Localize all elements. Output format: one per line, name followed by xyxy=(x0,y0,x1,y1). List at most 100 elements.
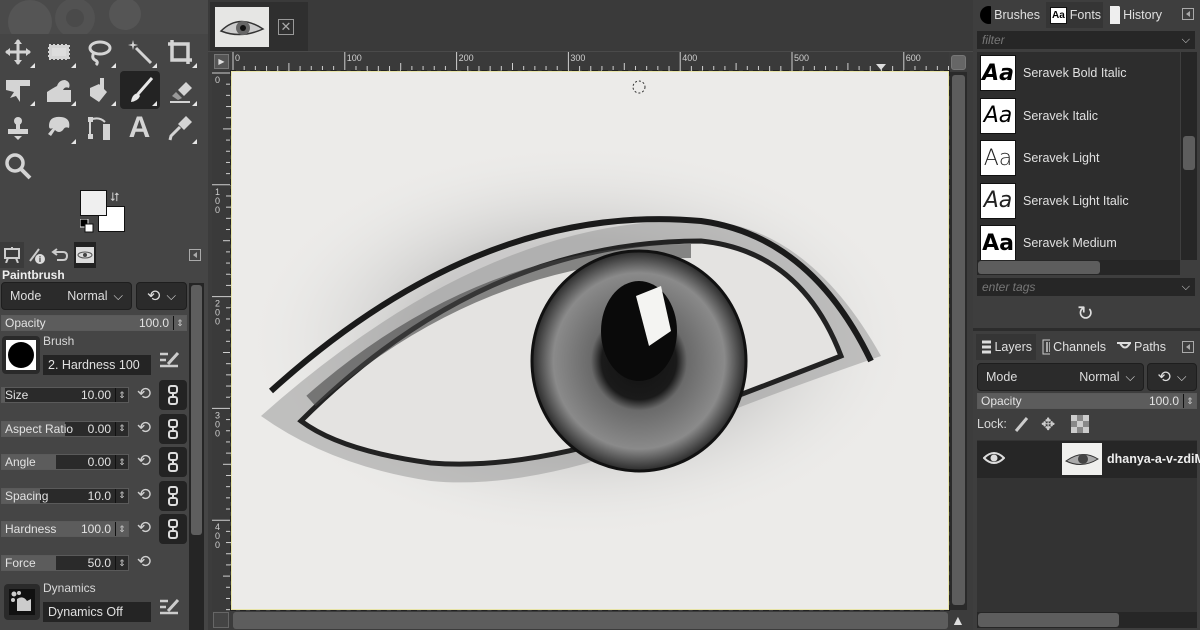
reset-aspect-ratio-icon[interactable]: ⟲ xyxy=(134,418,154,438)
font-list-item[interactable]: Aa Seravek Light Italic xyxy=(980,181,1129,221)
canvas-horizontal-scrollbar[interactable] xyxy=(233,612,948,629)
font-list-item[interactable]: Aa Seravek Bold Italic xyxy=(980,53,1127,93)
layer-mode-select[interactable]: Mode Normal ⌵ xyxy=(977,363,1144,391)
font-list-item[interactable]: Aa Seravek Medium xyxy=(980,223,1117,260)
tab-channels[interactable]: Channels xyxy=(1038,334,1110,360)
dynamics-button[interactable] xyxy=(4,584,40,620)
free-select-tool[interactable] xyxy=(79,33,119,71)
spin-arrows-icon[interactable]: ⇕ xyxy=(115,522,128,537)
zoom-tool[interactable] xyxy=(0,147,38,185)
spin-arrows-icon[interactable]: ⇕ xyxy=(115,421,128,436)
default-colors-icon[interactable] xyxy=(80,219,94,233)
dynamics-name-field[interactable]: Dynamics Off xyxy=(43,602,151,622)
lock-position-icon[interactable]: ✥ xyxy=(1041,415,1055,435)
smudge-tool[interactable] xyxy=(39,109,79,147)
ruler-menu-button[interactable]: ▶ xyxy=(214,54,229,69)
chevron-down-icon[interactable]: ⌵ xyxy=(1182,281,1190,294)
close-image-tab-icon[interactable]: ✕ xyxy=(278,19,294,35)
opacity-slider[interactable]: Opacity 100.0 ⇕ xyxy=(1,315,187,331)
brush-preview-button[interactable] xyxy=(2,336,40,374)
spin-arrows-icon[interactable]: ⇕ xyxy=(115,388,128,402)
visibility-eye-icon[interactable] xyxy=(983,451,1005,465)
font-list-scrollbar[interactable] xyxy=(1181,52,1197,260)
mode-select[interactable]: Mode Normal ⌵ xyxy=(1,282,132,310)
brush-name-field[interactable]: 2. Hardness 100 xyxy=(43,355,151,375)
link-to-brush-default-button[interactable] xyxy=(159,380,187,410)
tool-group-indicator xyxy=(70,101,76,106)
fonts-panel-menu-icon[interactable] xyxy=(1182,8,1194,23)
slider-aspect-ratio[interactable]: Aspect Ratio 0.00 ⇕ xyxy=(1,420,129,437)
image-tab[interactable]: ✕ xyxy=(210,2,308,51)
font-list-item[interactable]: Aa Seravek Light xyxy=(980,138,1099,178)
mode-reset-select[interactable]: ⟲ ⌵ xyxy=(136,282,187,310)
reset-angle-icon[interactable]: ⟲ xyxy=(134,451,154,471)
edit-dynamics-icon[interactable] xyxy=(158,596,182,621)
fuzzy-select-tool[interactable] xyxy=(120,33,160,71)
tab-paths[interactable]: Paths xyxy=(1112,334,1170,360)
move-tool[interactable] xyxy=(0,33,38,71)
zoom-image-button[interactable] xyxy=(951,55,966,70)
bucket-fill-tool[interactable] xyxy=(79,71,119,109)
image-canvas[interactable] xyxy=(230,70,950,611)
font-filter-input[interactable]: filter ⌵ xyxy=(977,31,1195,49)
spin-arrows-icon[interactable]: ⇕ xyxy=(173,316,186,330)
refresh-fonts-icon[interactable]: ↻ xyxy=(1077,301,1094,326)
reset-force-icon[interactable]: ⟲ xyxy=(134,552,154,572)
tab-history[interactable]: History xyxy=(1106,2,1166,28)
unified-transform-tool[interactable] xyxy=(0,71,38,109)
edit-brush-icon[interactable] xyxy=(158,349,182,374)
rect-select-tool[interactable] xyxy=(39,33,79,71)
color-picker-tool[interactable] xyxy=(160,109,200,147)
tab-undo-history[interactable] xyxy=(48,242,72,268)
tab-layers[interactable]: Layers xyxy=(976,334,1036,360)
layer-opacity-slider[interactable]: Opacity 100.0 ⇕ xyxy=(977,393,1197,409)
font-tags-input[interactable]: enter tags ⌵ xyxy=(977,278,1195,296)
link-to-brush-default-button[interactable] xyxy=(159,447,187,478)
spin-arrows-icon[interactable]: ⇕ xyxy=(115,556,128,570)
eraser-tool[interactable] xyxy=(160,71,200,109)
chevron-down-icon[interactable]: ⌵ xyxy=(1182,34,1190,47)
spin-arrows-icon[interactable]: ⇕ xyxy=(1183,394,1196,408)
tool-options-scrollbar[interactable] xyxy=(189,283,204,630)
paths-tool[interactable] xyxy=(79,109,119,147)
reset-size-icon[interactable]: ⟲ xyxy=(134,384,154,404)
layers-hscrollbar[interactable] xyxy=(977,612,1197,628)
font-list-hscrollbar[interactable] xyxy=(977,260,1180,275)
tab-fonts[interactable]: Aa Fonts xyxy=(1046,2,1103,28)
canvas-vertical-scrollbar[interactable] xyxy=(950,72,967,610)
warp-transform-tool[interactable] xyxy=(39,71,79,109)
quick-mask-toggle[interactable] xyxy=(213,612,229,628)
spin-arrows-icon[interactable]: ⇕ xyxy=(115,455,128,470)
reset-spacing-icon[interactable]: ⟲ xyxy=(134,485,154,505)
slider-size[interactable]: Size 10.00 ⇕ xyxy=(1,387,129,403)
link-to-brush-default-button[interactable] xyxy=(159,413,187,444)
clone-tool[interactable] xyxy=(0,109,38,147)
layers-panel-menu-icon[interactable] xyxy=(1182,341,1194,356)
paintbrush-tool[interactable] xyxy=(119,71,160,109)
lock-alpha-icon[interactable] xyxy=(1071,415,1089,436)
swap-colors-icon[interactable]: ⮃ xyxy=(110,190,120,205)
layer-composite-select[interactable]: ⟲ ⌵ xyxy=(1147,363,1197,391)
tab-tool-options[interactable] xyxy=(0,242,24,268)
tab-brushes[interactable]: Brushes xyxy=(976,2,1044,28)
slider-spacing[interactable]: Spacing 10.0 ⇕ xyxy=(1,487,129,504)
navigate-icon[interactable]: ▲ xyxy=(951,612,965,628)
text-tool[interactable]: A xyxy=(120,109,160,147)
spin-arrows-icon[interactable]: ⇕ xyxy=(115,488,128,503)
lock-pixels-icon[interactable] xyxy=(1013,415,1031,436)
slider-hardness[interactable]: Hardness 100.0 ⇕ xyxy=(1,521,129,538)
slider-force[interactable]: Force 50.0 ⇕ xyxy=(1,555,129,571)
link-to-brush-default-button[interactable] xyxy=(159,480,187,511)
layer-row[interactable]: dhanya-a-v-zdiM xyxy=(977,441,1200,478)
dock-menu-button[interactable] xyxy=(186,242,204,268)
tab-device-status[interactable]: i xyxy=(24,242,48,268)
tab-images[interactable] xyxy=(74,242,96,268)
link-to-brush-default-button[interactable] xyxy=(159,514,187,545)
crop-icon xyxy=(168,40,192,64)
slider-angle[interactable]: Angle 0.00 ⇕ xyxy=(1,454,129,471)
font-list-item[interactable]: Aa Seravek Italic xyxy=(980,96,1098,136)
foreground-color[interactable] xyxy=(80,190,107,216)
crop-tool[interactable] xyxy=(160,33,200,71)
reset-hardness-icon[interactable]: ⟲ xyxy=(134,518,154,538)
dock-separator[interactable] xyxy=(973,328,1200,331)
